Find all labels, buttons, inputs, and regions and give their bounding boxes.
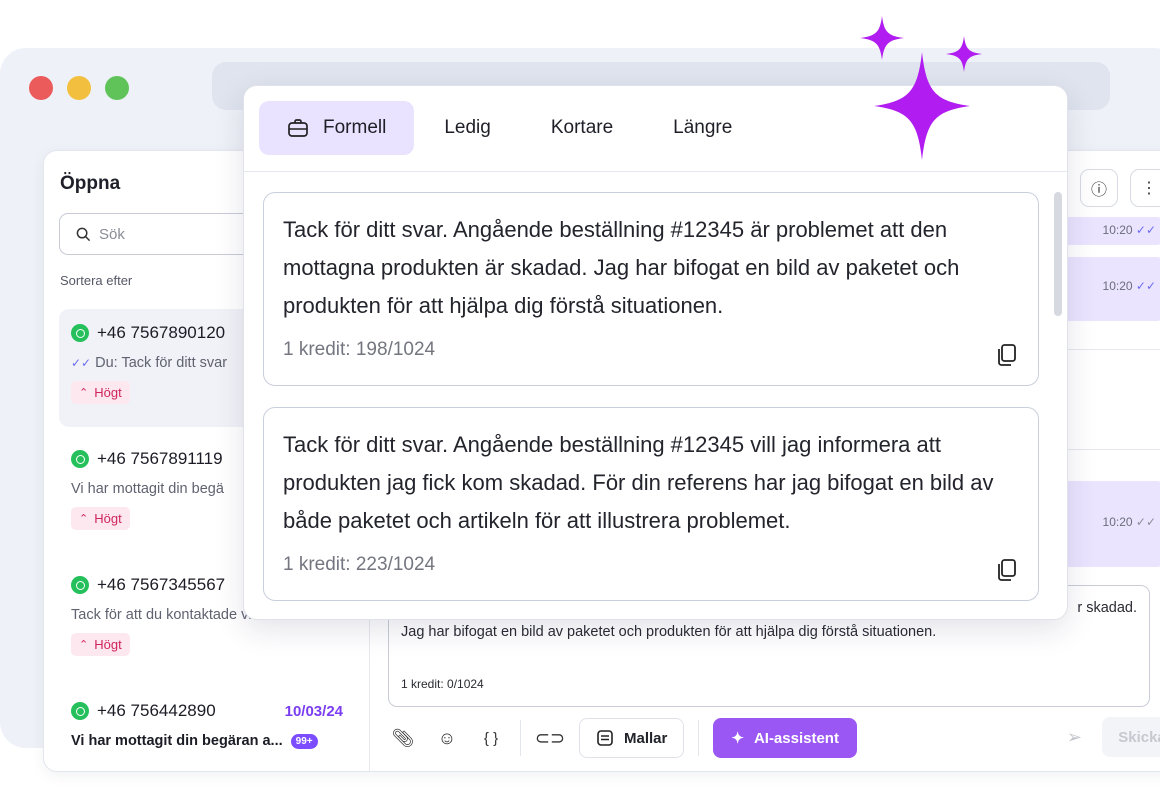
attach-button[interactable]: 📎︎ — [388, 723, 418, 753]
paperclip-icon: 📎︎ — [391, 727, 415, 748]
tab-ledig[interactable]: Ledig — [414, 101, 521, 155]
sparkle-icon — [874, 52, 970, 160]
ai-assistant-label: AI-assistent — [753, 729, 839, 747]
templates-label: Mallar — [624, 729, 668, 747]
conversation-preview: Vi har mottagit din begäran a... 99+ — [71, 733, 347, 749]
send-button[interactable]: Skicka — [1102, 717, 1160, 757]
sidebar-title: Öppna — [60, 173, 121, 194]
sort-label: Sortera efter — [60, 273, 133, 288]
suggestion-card[interactable]: Tack för ditt svar. Angående beställning… — [263, 192, 1039, 386]
tab-label: Längre — [673, 117, 733, 138]
tab-kortare[interactable]: Kortare — [521, 101, 643, 155]
message-time: 10:20 ✓✓ — [1102, 279, 1156, 293]
tab-langre[interactable]: Längre — [643, 101, 762, 155]
conversation-phone: +46 7567891119 — [97, 449, 223, 468]
sparkle-icon: ✦ — [731, 730, 744, 747]
whatsapp-icon — [71, 450, 89, 468]
search-placeholder: Sök — [99, 225, 125, 243]
whatsapp-icon — [71, 576, 89, 594]
tab-label: Formell — [323, 117, 387, 138]
link-icon: ⊂⊃ — [534, 727, 566, 748]
suggestion-credit: 1 kredit: 223/1024 — [283, 554, 436, 575]
ai-assistant-button[interactable]: ✦ AI-assistent — [713, 718, 857, 758]
message-time: 10:20 ✓✓ — [1102, 515, 1156, 529]
conversation-item[interactable]: +46 756442890 10/03/24 Vi har mottagit d… — [59, 687, 359, 771]
double-check-icon: ✓✓ — [71, 356, 92, 370]
emoji-button[interactable]: ☺ — [432, 723, 462, 753]
tab-formell[interactable]: Formell — [259, 101, 415, 155]
info-button[interactable]: ⓘ — [1080, 169, 1118, 207]
conversation-date: 10/03/24 — [284, 703, 343, 720]
whatsapp-icon — [71, 324, 89, 342]
priority-badge: ⌃ Högt — [71, 507, 130, 530]
tab-label: Kortare — [550, 117, 614, 138]
composer-credits: 1 kredit: 0/1024 — [401, 677, 484, 691]
ai-rewrite-popup: Formell Ledig Kortare Längre Tack för di… — [243, 85, 1068, 620]
suggestion-text: Tack för ditt svar. Angående beställning… — [283, 432, 994, 533]
message-time: 10:20 ✓✓ — [1102, 223, 1156, 237]
popup-scrollbar[interactable] — [1054, 192, 1062, 316]
chevron-up-icon: ⌃ — [79, 513, 89, 525]
briefcase-icon — [288, 119, 308, 137]
close-window-dot[interactable] — [29, 76, 53, 100]
smiley-icon: ☺ — [437, 727, 457, 748]
composer-toolbar: 📎︎ ☺ { } ⊂⊃ Mallar ✦ AI-assistent — [388, 717, 1160, 759]
minimize-window-dot[interactable] — [67, 76, 91, 100]
conversation-phone: +46 7567345567 — [97, 575, 226, 594]
suggestion-card[interactable]: Tack för ditt svar. Angående beställning… — [263, 407, 1039, 601]
suggestion-text: Tack för ditt svar. Angående beställning… — [283, 217, 960, 318]
suggestion-credit: 1 kredit: 198/1024 — [283, 339, 436, 360]
chevron-up-icon: ⌃ — [79, 387, 89, 399]
tab-label: Ledig — [444, 117, 491, 138]
copy-icon[interactable] — [996, 343, 1018, 367]
priority-badge: ⌃ Högt — [71, 381, 130, 404]
schedule-send-icon[interactable]: ➢ — [1067, 727, 1082, 748]
tone-tabs: Formell Ledig Kortare Längre — [259, 101, 762, 155]
templates-button[interactable]: Mallar — [579, 718, 685, 758]
toolbar-divider — [698, 720, 700, 756]
braces-icon: { } — [483, 729, 499, 747]
info-icon: ⓘ — [1090, 182, 1107, 199]
unread-count-badge: 99+ — [290, 733, 318, 749]
chevron-up-icon: ⌃ — [79, 639, 89, 651]
template-icon — [597, 730, 613, 746]
toolbar-divider — [520, 720, 521, 756]
priority-badge: ⌃ Högt — [71, 633, 130, 656]
tabs-divider — [244, 171, 1067, 172]
more-button[interactable]: ⋮ — [1130, 169, 1160, 207]
search-icon — [76, 227, 91, 241]
copy-icon[interactable] — [996, 558, 1018, 582]
more-vertical-icon: ⋮ — [1141, 180, 1157, 197]
composer-text-line: Jag har bifogat en bild av paketet och p… — [401, 624, 937, 640]
maximize-window-dot[interactable] — [105, 76, 129, 100]
variables-button[interactable]: { } — [476, 723, 506, 753]
conversation-phone: +46 756442890 — [97, 701, 216, 720]
header-actions: ⓘ ⋮ — [1080, 169, 1160, 207]
conversation-phone: +46 7567890120 — [97, 323, 226, 342]
link-button[interactable]: ⊂⊃ — [535, 723, 565, 753]
whatsapp-icon — [71, 702, 89, 720]
